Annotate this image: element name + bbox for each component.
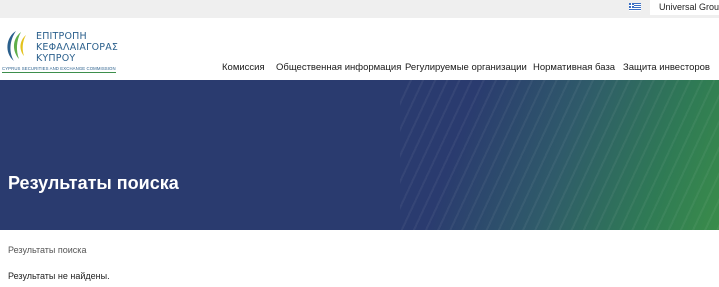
breadcrumb: Результаты поиска xyxy=(8,245,87,255)
top-utility-bar: Universal Group xyxy=(0,0,719,18)
hero-decoration xyxy=(400,80,719,230)
nav-item-legal-framework[interactable]: Нормативная база xyxy=(533,62,615,74)
logo-text-line1: ΕΠΙΤΡΟΠΗ xyxy=(36,31,87,42)
nav-item-commission[interactable]: Комиссия xyxy=(222,62,265,74)
site-logo[interactable]: ΕΠΙΤΡΟΠΗ ΚΕΦΑΛΑΙΑΓΟΡΑΣ ΚΥΠΡΟΥ CYPRUS SEC… xyxy=(2,26,122,76)
logo-tagline: CYPRUS SECURITIES AND EXCHANGE COMMISSIO… xyxy=(2,66,116,73)
page-title: Результаты поиска xyxy=(8,173,179,193)
nav-item-investor-protection[interactable]: Защита инвесторов xyxy=(623,62,710,74)
logo-text-line3: ΚΥΠΡΟΥ xyxy=(36,53,76,64)
site-header: ΕΠΙΤΡΟΠΗ ΚΕΦΑΛΑΙΑΓΟΡΑΣ ΚΥΠΡΟΥ CYPRUS SEC… xyxy=(0,18,719,80)
nav-item-regulated-entities[interactable]: Регулируемые организации xyxy=(405,62,527,74)
no-results-message: Результаты не найдены. xyxy=(8,271,110,281)
universal-group-button[interactable]: Universal Group xyxy=(650,0,719,15)
page-hero-banner: Результаты поиска xyxy=(0,80,719,230)
logo-text-line2: ΚΕΦΑΛΑΙΑΓΟΡΑΣ xyxy=(36,42,119,53)
greek-flag-icon[interactable] xyxy=(629,3,641,11)
nav-item-public-information[interactable]: Общественная информация xyxy=(276,62,401,74)
logo-mark-icon xyxy=(7,31,26,61)
